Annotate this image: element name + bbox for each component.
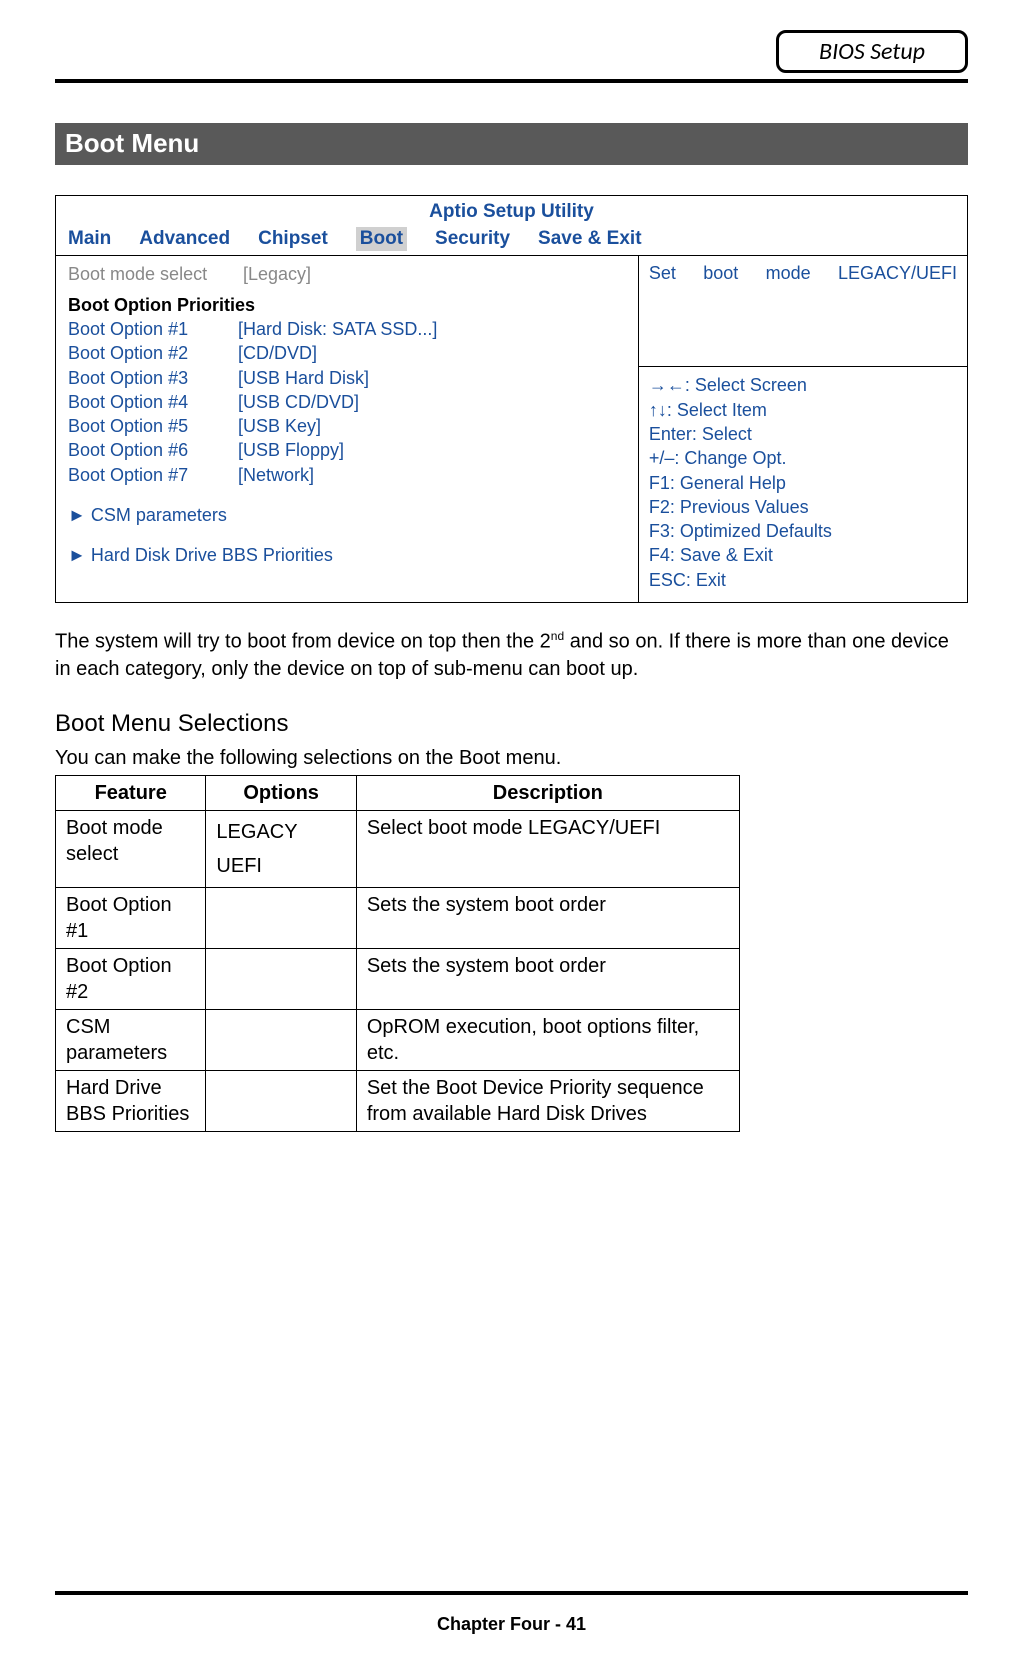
table-row: Hard Drive BBS Priorities Set the Boot D… [56,1070,740,1131]
bios-box: Aptio Setup Utility Main Advanced Chipse… [55,195,968,603]
boot-option-row[interactable]: Boot Option #6[USB Floppy] [68,438,626,462]
help-line: ↑↓: Select Item [649,398,957,422]
boot-option-label: Boot Option #5 [68,414,238,438]
cell-feature: Boot Option #2 [56,948,206,1009]
bios-title: Aptio Setup Utility [56,196,967,225]
header-badge: BIOS Setup [776,30,968,73]
boot-option-row[interactable]: Boot Option #1[Hard Disk: SATA SSD...] [68,317,626,341]
help-line: Enter: Select [649,422,957,446]
col-description: Description [356,775,739,810]
boot-option-value: [CD/DVD] [238,343,317,363]
boot-mode-select-row[interactable]: Boot mode select [Legacy] [68,262,626,286]
cell-feature: Boot Option #1 [56,887,206,948]
sub-heading: Boot Menu Selections [55,708,968,739]
boot-option-value: [USB CD/DVD] [238,392,359,412]
cell-options [206,887,356,948]
boot-option-row[interactable]: Boot Option #5[USB Key] [68,414,626,438]
boot-option-row[interactable]: Boot Option #2[CD/DVD] [68,341,626,365]
help-line: F4: Save & Exit [649,543,957,567]
help-line: F2: Previous Values [649,495,957,519]
bios-left-panel: Boot mode select [Legacy] Boot Option Pr… [56,256,638,602]
tab-boot[interactable]: Boot [356,227,407,252]
col-options: Options [206,775,356,810]
boot-mode-select-label: Boot mode select [68,262,238,286]
footer-text: Chapter Four - 41 [55,1613,968,1636]
boot-option-value: [Hard Disk: SATA SSD...] [238,319,437,339]
cell-options [206,948,356,1009]
hdd-bbs-priorities-link[interactable]: ► Hard Disk Drive BBS Priorities [68,543,626,567]
cell-feature: Boot mode select [56,810,206,887]
col-feature: Feature [56,775,206,810]
boot-option-value: [Network] [238,465,314,485]
help-line: →←: Select Screen [649,373,957,397]
boot-option-priorities-heading: Boot Option Priorities [68,293,626,317]
help-line: ESC: Exit [649,568,957,592]
help-line: F1: General Help [649,471,957,495]
tab-security[interactable]: Security [435,227,510,252]
cell-options [206,1009,356,1070]
cell-description: Sets the system boot order [356,948,739,1009]
cell-feature: Hard Drive BBS Priorities [56,1070,206,1131]
help-line: F3: Optimized Defaults [649,519,957,543]
bios-help-description: Set boot mode LEGACY/UEFI [639,256,967,366]
boot-option-label: Boot Option #6 [68,438,238,462]
top-rule [55,79,968,83]
tab-chipset[interactable]: Chipset [258,227,328,252]
boot-option-label: Boot Option #7 [68,463,238,487]
table-row: Boot Option #2 Sets the system boot orde… [56,948,740,1009]
table-row: Boot Option #1 Sets the system boot orde… [56,887,740,948]
boot-option-value: [USB Key] [238,416,321,436]
table-row: CSM parameters OpROM execution, boot opt… [56,1009,740,1070]
boot-mode-select-value: [Legacy] [243,264,311,284]
cell-description: OpROM execution, boot options filter, et… [356,1009,739,1070]
body-text: The system will try to boot from device … [55,628,968,683]
cell-description: Sets the system boot order [356,887,739,948]
boot-option-label: Boot Option #2 [68,341,238,365]
cell-options [206,1070,356,1131]
bios-key-help: →←: Select Screen ↑↓: Select Item Enter:… [639,366,967,602]
bios-tabs: Main Advanced Chipset Boot Security Save… [56,225,967,257]
boot-option-value: [USB Floppy] [238,440,344,460]
cell-options: LEGACY UEFI [206,810,356,887]
cell-feature: CSM parameters [56,1009,206,1070]
boot-option-row[interactable]: Boot Option #4[USB CD/DVD] [68,390,626,414]
boot-option-label: Boot Option #4 [68,390,238,414]
tab-advanced[interactable]: Advanced [139,227,230,252]
tab-main[interactable]: Main [68,227,111,252]
boot-option-row[interactable]: Boot Option #3[USB Hard Disk] [68,366,626,390]
csm-parameters-link[interactable]: ► CSM parameters [68,503,626,527]
boot-option-row[interactable]: Boot Option #7[Network] [68,463,626,487]
boot-option-label: Boot Option #1 [68,317,238,341]
cell-description: Set the Boot Device Priority sequence fr… [356,1070,739,1131]
selections-table: Feature Options Description Boot mode se… [55,775,740,1132]
help-line: +/–: Change Opt. [649,446,957,470]
bottom-rule [55,1591,968,1595]
table-row: Boot mode select LEGACY UEFI Select boot… [56,810,740,887]
section-title: Boot Menu [55,123,968,165]
selections-intro: You can make the following selections on… [55,745,968,771]
cell-description: Select boot mode LEGACY/UEFI [356,810,739,887]
boot-option-value: [USB Hard Disk] [238,368,369,388]
tab-saveexit[interactable]: Save & Exit [538,227,642,252]
boot-option-label: Boot Option #3 [68,366,238,390]
